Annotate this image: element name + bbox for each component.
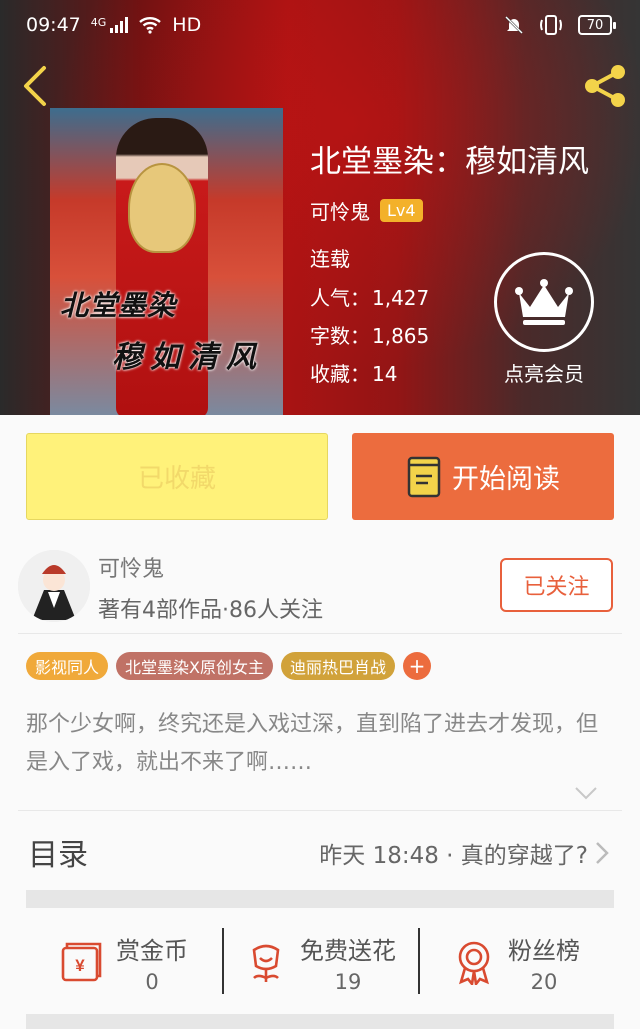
start-reading-button[interactable]: 开始阅读 <box>352 433 614 520</box>
cover-fan <box>128 163 196 253</box>
coin-envelope-icon: ¥ <box>61 942 102 982</box>
favorites-value: 14 <box>372 362 398 386</box>
hd-label: HD <box>172 14 202 36</box>
fan-ranking-button[interactable]: 粉丝榜 20 <box>418 920 614 1004</box>
cover-title-line2: 穆如清风 <box>112 340 264 375</box>
divider <box>18 633 622 634</box>
network-label: 4G <box>90 16 107 29</box>
svg-text:¥: ¥ <box>75 956 85 975</box>
add-tag-button[interactable]: + <box>403 652 431 680</box>
popularity-value: 1,427 <box>372 286 430 310</box>
chevron-down-icon[interactable] <box>574 784 598 802</box>
reward-coins-value: 0 <box>145 969 159 994</box>
share-icon[interactable] <box>580 62 630 110</box>
favorites-stat: 收藏： 14 <box>310 358 397 387</box>
send-flower-button[interactable]: 免费送花 19 <box>222 920 418 1004</box>
send-flower-label: 免费送花 <box>300 936 396 965</box>
fan-ranking-label: 粉丝榜 <box>508 936 580 965</box>
follow-button[interactable]: 已关注 <box>500 558 613 612</box>
cover-title-line1: 北堂墨染 <box>60 289 177 322</box>
status-time: 09:47 <box>26 14 81 36</box>
send-flower-value: 19 <box>334 969 362 994</box>
divider <box>18 810 622 811</box>
reward-bar: ¥ 赏金币 0 免费送花 19 粉丝榜 20 <box>26 920 614 1004</box>
popularity-stat: 人气： 1,427 <box>310 282 429 311</box>
flower-icon <box>252 944 280 982</box>
battery-icon: 70 <box>578 15 616 35</box>
toc-row[interactable]: 目录 昨天 18:48 · 真的穿越了? <box>0 818 640 888</box>
book-intro: 那个少女啊，终究还是入戏过深，直到陷了进去才发现，但是入了戏，就出不来了啊…… <box>26 712 599 775</box>
start-reading-label: 开始阅读 <box>452 464 560 495</box>
collected-label: 已收藏 <box>137 464 216 494</box>
popularity-label: 人气： <box>310 286 370 310</box>
chevron-right-icon <box>596 842 609 864</box>
mute-bell-icon <box>505 16 523 34</box>
collected-button[interactable]: 已收藏 <box>26 433 328 520</box>
tag-list: 影视同人 北堂墨染X原创女主 迪丽热巴肖战 + <box>26 652 431 680</box>
battery-level: 70 <box>586 17 604 33</box>
author-level-badge: Lv4 <box>380 199 423 222</box>
crown-icon <box>494 252 594 352</box>
signal-icon <box>110 17 129 33</box>
back-icon[interactable] <box>20 64 50 108</box>
word-count-value: 1,865 <box>372 324 430 348</box>
reward-coins-button[interactable]: ¥ 赏金币 0 <box>26 920 222 1004</box>
vibrate-icon <box>540 15 562 35</box>
word-count-label: 字数： <box>310 324 370 348</box>
latest-chapter: 昨天 18:48 · 真的穿越了? <box>319 843 588 869</box>
wifi-icon <box>139 17 162 34</box>
writer-name[interactable]: 可怜鬼 <box>98 551 164 583</box>
tag-item[interactable]: 影视同人 <box>26 652 109 680</box>
book-header: 09:47 4G HD 70 北堂墨染 穆如清风 北堂墨染：穆如清风 可怜鬼 L… <box>0 0 640 415</box>
writer-stats: 著有4部作品·86人关注 <box>98 598 323 623</box>
writer-avatar[interactable] <box>18 550 90 622</box>
reward-coins-label: 赏金币 <box>116 936 188 965</box>
word-count-stat: 字数： 1,865 <box>310 320 429 349</box>
book-author[interactable]: 可怜鬼 <box>310 196 370 225</box>
book-icon <box>407 456 441 497</box>
favorites-label: 收藏： <box>310 362 370 386</box>
book-author-row[interactable]: 可怜鬼 Lv4 <box>310 196 423 225</box>
book-title: 北堂墨染：穆如清风 <box>310 144 589 180</box>
tag-item[interactable]: 北堂墨染X原创女主 <box>116 652 273 680</box>
toc-title: 目录 <box>28 838 88 873</box>
follow-label: 已关注 <box>523 575 590 600</box>
book-status: 连载 <box>310 247 350 271</box>
vip-label: 点亮会员 <box>504 362 584 386</box>
section-separator <box>26 890 614 908</box>
tag-item[interactable]: 迪丽热巴肖战 <box>280 652 395 680</box>
fan-ranking-value: 20 <box>530 969 558 994</box>
vip-button[interactable]: 点亮会员 <box>492 252 596 387</box>
section-separator <box>26 1014 614 1029</box>
status-bar: 09:47 4G HD 70 <box>0 0 640 50</box>
book-cover[interactable]: 北堂墨染 穆如清风 <box>50 108 283 415</box>
medal-icon <box>458 941 490 985</box>
